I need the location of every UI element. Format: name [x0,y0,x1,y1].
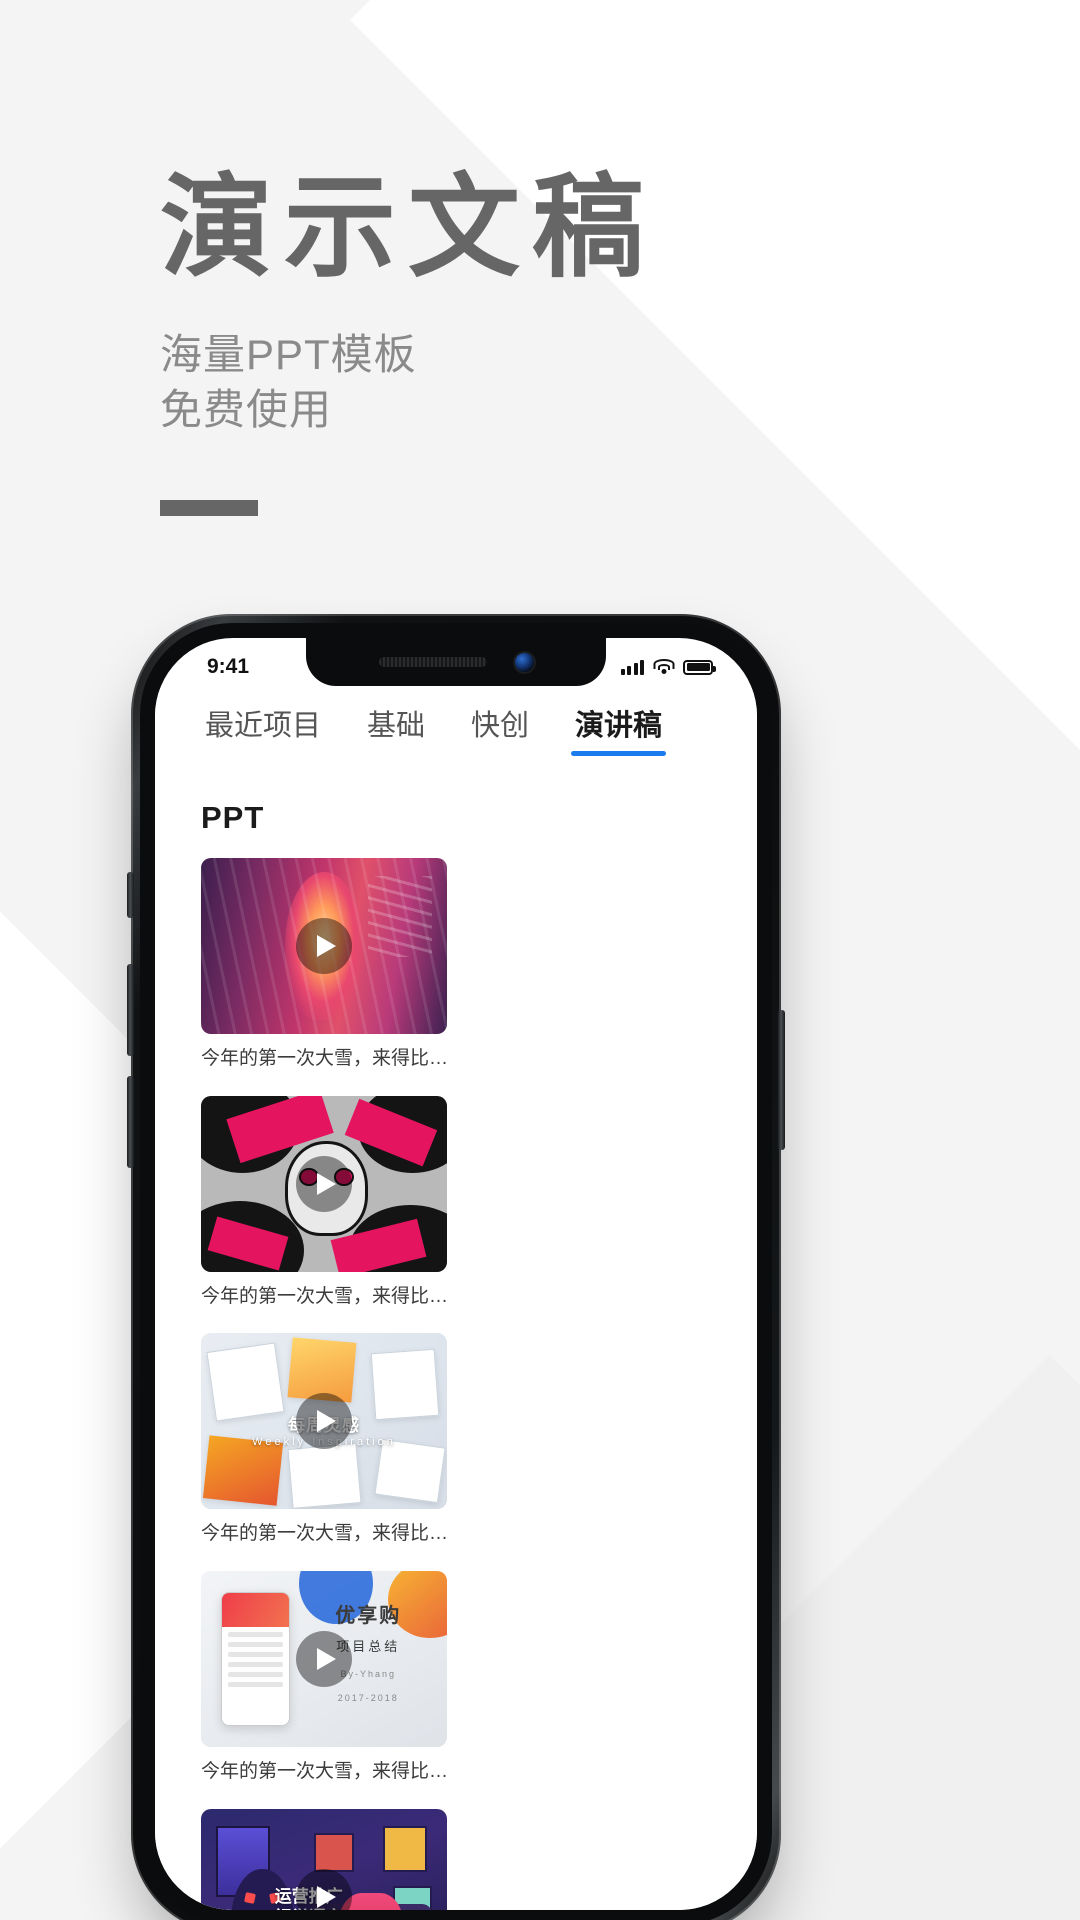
list-item[interactable]: 运营推广 视觉语言 [201,1808,447,1910]
card-caption: 今年的第一次大雪，来得比…… [201,1761,447,1783]
phone-body: 9:41 最近项目 基础 快创 演讲稿 PPT 今年的第一次大雪，来得比…… 今… [140,623,772,1920]
thumbnail[interactable] [201,1095,447,1272]
phone-mockup: 9:41 最近项目 基础 快创 演讲稿 PPT 今年的第一次大雪，来得比…… 今… [127,614,785,1920]
mute-switch-button[interactable] [127,872,134,918]
hero-subtitle-line-2: 免费使用 [160,386,333,434]
battery-full-icon [683,659,716,675]
front-camera-icon [514,652,534,672]
play-icon[interactable] [296,918,352,974]
volume-down-button[interactable] [127,1076,134,1168]
hero-divider-bar [160,499,258,516]
phone-notch [306,638,606,686]
volume-up-button[interactable] [127,964,134,1056]
hero-block: 演示文稿 海量PPT模板 免费使用 [160,165,656,516]
list-item[interactable]: 今年的第一次大雪，来得比…… [201,858,447,1072]
artwork-ux-title: 优享购 [335,1605,402,1628]
thumbnail[interactable]: 优享购 项目总结 By-Yhang 2017-2018 [201,1571,447,1748]
section-title: PPT [201,800,265,835]
page-title: 演示文稿 [160,165,656,290]
card-caption: 今年的第一次大雪，来得比…… [201,1285,447,1307]
tab-bar: 最近项目 基础 快创 演讲稿 [155,688,757,774]
phone-screen: 9:41 最近项目 基础 快创 演讲稿 PPT 今年的第一次大雪，来得比…… 今… [155,638,757,1910]
tab-recent-projects[interactable]: 最近项目 [201,702,325,760]
content-scroll-area[interactable]: PPT 今年的第一次大雪，来得比…… 今年的第一次大雪，来得比…… 每周灵感 W… [155,774,757,1910]
list-item[interactable]: 今年的第一次大雪，来得比…… [201,1095,447,1310]
card-caption: 今年的第一次大雪，来得比…… [201,1048,447,1069]
phone-frame: 9:41 最近项目 基础 快创 演讲稿 PPT 今年的第一次大雪，来得比…… 今… [127,614,785,1920]
play-icon[interactable] [296,1155,352,1212]
wifi-icon [653,659,674,675]
cellular-signal-icon [620,659,644,675]
earpiece-speaker-icon [378,657,487,667]
card-caption: 今年的第一次大雪，来得比…… [201,1523,447,1545]
power-button[interactable] [778,1010,785,1150]
template-grid: 今年的第一次大雪，来得比…… 今年的第一次大雪，来得比…… 每周灵感 Weekl… [201,858,711,1910]
tab-label: 快创 [471,710,530,742]
active-tab-indicator [571,751,667,756]
tab-quick-create[interactable]: 快创 [467,702,533,760]
tab-label: 最近项目 [205,710,322,742]
tab-presentation[interactable]: 演讲稿 [571,702,667,760]
thumbnail[interactable]: 每周灵感 Weekly Inspiration [201,1333,447,1510]
thumbnail[interactable]: 运营推广 视觉语言 [201,1808,447,1910]
thumbnail[interactable] [201,858,447,1034]
tab-label: 演讲稿 [575,710,663,742]
status-bar-time: 9:41 [207,655,250,678]
hero-subtitle: 海量PPT模板 免费使用 [160,327,656,438]
play-icon[interactable] [296,1393,352,1450]
play-icon[interactable] [296,1631,352,1688]
hero-subtitle-line-1: 海量PPT模板 [160,330,417,378]
status-bar-indicators [620,659,716,675]
tab-label: 基础 [367,710,426,742]
artwork-ux-years: 2017-2018 [337,1693,399,1704]
list-item[interactable]: 每周灵感 Weekly Inspiration 今年的第一次大雪，来得比…… [201,1333,447,1547]
tab-basic[interactable]: 基础 [363,702,429,760]
list-item[interactable]: 优享购 项目总结 By-Yhang 2017-2018 今年的第一次大雪，来得比… [201,1571,447,1785]
